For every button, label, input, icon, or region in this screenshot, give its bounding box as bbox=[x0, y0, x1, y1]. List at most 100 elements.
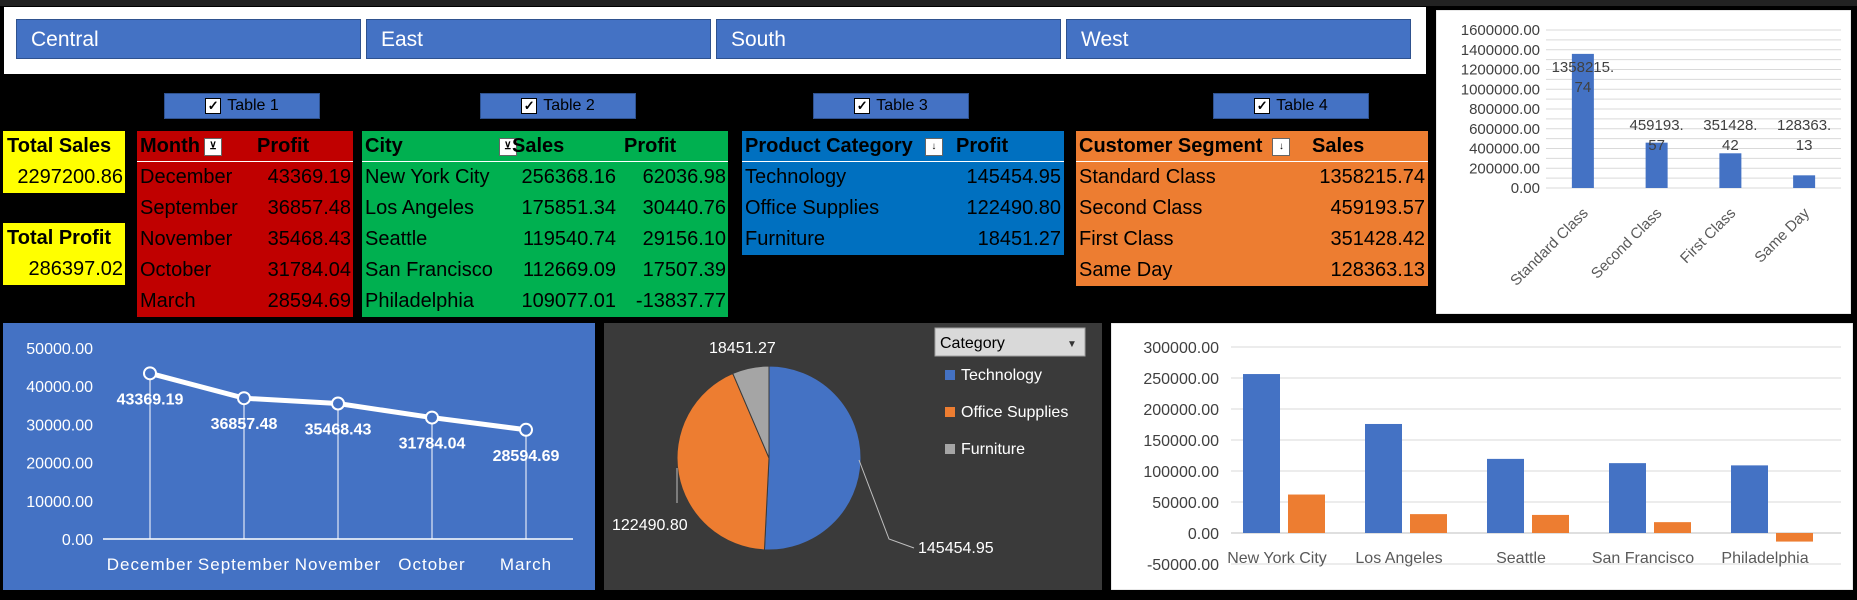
y-tick-label: 30000.00 bbox=[26, 417, 93, 434]
table-row-city: New York City bbox=[365, 166, 490, 188]
table-3-header-category: Product Category ↓ bbox=[745, 131, 960, 162]
table-row-category: Office Supplies bbox=[745, 197, 880, 219]
bar bbox=[1719, 153, 1742, 188]
table-row-month: September bbox=[140, 197, 238, 219]
toggle-label: Table 1 bbox=[227, 97, 279, 114]
table-row-month: December bbox=[140, 166, 233, 188]
y-tick-label: 0.00 bbox=[62, 532, 93, 549]
table-row-profit: 35468.43 bbox=[267, 228, 351, 250]
y-tick-label: 100000.00 bbox=[1143, 464, 1219, 481]
legend-swatch bbox=[945, 444, 955, 454]
y-tick-label: 50000.00 bbox=[1152, 495, 1219, 512]
x-tick-label: Los Angeles bbox=[1355, 550, 1442, 567]
data-label: 31784.04 bbox=[399, 436, 466, 453]
table-row-profit: 28594.69 bbox=[267, 290, 351, 312]
bar bbox=[1731, 465, 1768, 533]
x-tick-label: Philadelphia bbox=[1721, 550, 1808, 567]
region-button-central[interactable]: Central bbox=[16, 19, 361, 59]
table-row-category: Furniture bbox=[745, 228, 826, 250]
table-row-city: San Francisco bbox=[365, 259, 493, 281]
data-label: 459193. bbox=[1630, 117, 1684, 134]
x-tick-label: November bbox=[295, 555, 381, 574]
table-row-sales: 175851.34 bbox=[521, 197, 616, 219]
table-row-city: Los Angeles bbox=[365, 197, 474, 219]
legend-swatch bbox=[945, 370, 955, 380]
data-label: 351428. bbox=[1703, 117, 1757, 134]
table-row-profit: 145454.95 bbox=[966, 166, 1061, 188]
y-tick-label: 10000.00 bbox=[26, 494, 93, 511]
table-4-header-segment: Customer Segment ↓ bbox=[1079, 131, 1314, 162]
y-tick-label: 800000.00 bbox=[1469, 101, 1540, 118]
table-row-segment: Second Class bbox=[1079, 197, 1203, 219]
table-3-toggle[interactable]: ✓ Table 3 bbox=[813, 93, 969, 119]
table-2-toggle[interactable]: ✓ Table 2 bbox=[480, 93, 636, 119]
table-4: Customer Segment ↓ Sales Standard Class 1… bbox=[1076, 131, 1428, 286]
data-point bbox=[331, 396, 345, 411]
table-row-sales: 459193.57 bbox=[1330, 197, 1425, 219]
toggle-label: Table 4 bbox=[1276, 97, 1328, 114]
table-2-header-profit: Profit bbox=[624, 135, 677, 157]
table-row-city: Philadelphia bbox=[365, 290, 474, 312]
city-sales-profit-chart[interactable]: -50000.00 0.00 50000.00 100000.00 150000.00 2… bbox=[1111, 323, 1853, 590]
legend-label: Furniture bbox=[961, 441, 1025, 458]
table-row-profit: 17507.39 bbox=[642, 259, 726, 281]
region-slicer: Central East South West bbox=[4, 7, 1426, 74]
segment-sales-chart[interactable]: 0.00 200000.00 400000.00 600000.00 800000.00… bbox=[1436, 10, 1851, 314]
y-tick-label: 200000.00 bbox=[1143, 402, 1219, 419]
table-row-segment: First Class bbox=[1079, 228, 1174, 250]
y-tick-label: 300000.00 bbox=[1143, 340, 1219, 357]
dropdown-arrow-icon: ▼ bbox=[1067, 339, 1077, 350]
data-point bbox=[519, 422, 533, 437]
sheet-column-strip bbox=[0, 0, 1857, 6]
y-tick-label: 1600000.00 bbox=[1461, 22, 1540, 39]
table-row-profit: -13837.77 bbox=[635, 290, 726, 312]
legend-label: Technology bbox=[961, 367, 1042, 384]
table-row-segment: Same Day bbox=[1079, 259, 1173, 281]
table-row-profit: 122490.80 bbox=[966, 197, 1061, 219]
table-row-month: October bbox=[140, 259, 212, 281]
region-button-south[interactable]: South bbox=[716, 19, 1061, 59]
data-label: 13 bbox=[1796, 137, 1813, 154]
table-2: City ⊻ Sales Profit New York City 256368.… bbox=[362, 131, 728, 317]
table-row-profit: 62036.98 bbox=[642, 166, 726, 188]
bar bbox=[1776, 533, 1813, 542]
sort-icon[interactable]: ↓ bbox=[1272, 137, 1291, 156]
data-label: 145454.95 bbox=[918, 540, 994, 557]
table-2-header-sales: Sales bbox=[512, 135, 565, 157]
x-tick-label: Seattle bbox=[1496, 550, 1546, 567]
y-tick-label: 250000.00 bbox=[1143, 371, 1219, 388]
toggle-label: Table 3 bbox=[876, 97, 928, 114]
sort-icon[interactable]: ↓ bbox=[924, 137, 943, 156]
y-tick-label: 0.00 bbox=[1188, 526, 1219, 543]
checkbox-icon: ✓ bbox=[205, 98, 222, 114]
filter-icon[interactable]: ⊻ bbox=[203, 137, 222, 156]
region-button-west[interactable]: West bbox=[1066, 19, 1411, 59]
table-row-segment: Standard Class bbox=[1079, 166, 1216, 188]
table-row-sales: 119540.74 bbox=[522, 228, 616, 250]
table-row-sales: 109077.01 bbox=[521, 290, 616, 312]
y-tick-label: -50000.00 bbox=[1147, 557, 1219, 574]
y-tick-label: 40000.00 bbox=[26, 379, 93, 396]
category-filter-label: Category bbox=[940, 335, 1005, 352]
table-4-toggle[interactable]: ✓ Table 4 bbox=[1213, 93, 1369, 119]
data-label: 1358215. bbox=[1552, 59, 1615, 76]
checkbox-icon: ✓ bbox=[1254, 98, 1271, 114]
region-button-east[interactable]: East bbox=[366, 19, 711, 59]
x-tick-label: March bbox=[500, 555, 552, 574]
y-tick-label: 600000.00 bbox=[1469, 121, 1540, 138]
table-row-profit: 18451.27 bbox=[977, 228, 1061, 250]
table-row-sales: 1358215.74 bbox=[1319, 166, 1425, 188]
x-tick-label: September bbox=[198, 555, 290, 574]
data-label: 18451.27 bbox=[709, 340, 776, 357]
data-label: 74 bbox=[1575, 79, 1592, 96]
bar bbox=[1532, 514, 1569, 533]
table-row-sales: 351428.42 bbox=[1330, 228, 1425, 250]
bar bbox=[1487, 458, 1524, 533]
monthly-profit-chart[interactable]: 0.00 10000.00 20000.00 30000.00 40000.00 5000… bbox=[3, 323, 595, 590]
table-1-header-profit: Profit bbox=[257, 135, 310, 157]
total-sales-value: 2297200.86 bbox=[3, 162, 125, 193]
data-label: 36857.48 bbox=[211, 416, 278, 433]
category-profit-pie-chart[interactable]: 145454.95 122490.80 18451.27 Category ▼ Techn… bbox=[604, 323, 1102, 590]
table-1: Month ⊻ Profit December 43369.19 Septembe… bbox=[137, 131, 353, 317]
table-1-toggle[interactable]: ✓ Table 1 bbox=[164, 93, 320, 119]
